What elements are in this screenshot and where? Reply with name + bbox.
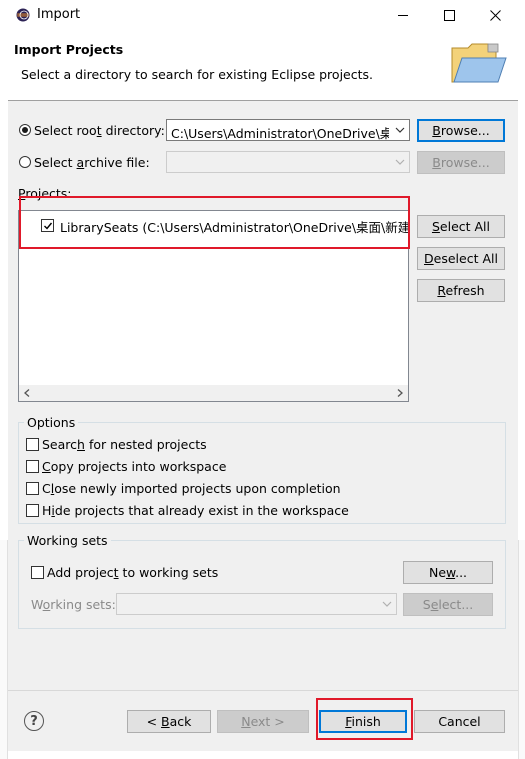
- folder-icon: [451, 43, 507, 83]
- root-directory-value: C:\Users\Administrator\OneDrive\桌面: [171, 126, 405, 141]
- archive-file-combo[interactable]: [166, 151, 410, 173]
- eclipse-app-icon: [16, 8, 30, 22]
- scroll-left-icon[interactable]: [23, 389, 31, 397]
- root-directory-radio[interactable]: [19, 124, 31, 136]
- add-to-working-sets-checkbox[interactable]: [31, 566, 44, 579]
- hide-projects-checkbox[interactable]: [26, 504, 39, 517]
- new-working-set-button[interactable]: New...: [403, 561, 493, 584]
- close-imported-checkbox[interactable]: [26, 482, 39, 495]
- chevron-down-icon: [395, 127, 405, 133]
- select-all-button[interactable]: Select All: [417, 215, 505, 238]
- copy-projects-checkbox[interactable]: [26, 460, 39, 473]
- refresh-button[interactable]: Refresh: [417, 279, 505, 302]
- hide-projects-label[interactable]: Hide projects that already exist in the …: [42, 503, 349, 518]
- search-nested-label[interactable]: Search for nested projects: [42, 437, 207, 452]
- background-window-right: [518, 540, 525, 759]
- add-to-working-sets-label[interactable]: Add project to working sets: [47, 565, 218, 580]
- working-sets-label: Working sets:: [31, 597, 116, 612]
- working-sets-combo[interactable]: [116, 593, 397, 615]
- page-title: Import Projects: [14, 42, 124, 57]
- minimize-button[interactable]: [380, 0, 426, 31]
- select-working-sets-button[interactable]: Select...: [403, 593, 493, 616]
- cancel-button[interactable]: Cancel: [414, 710, 505, 733]
- archive-file-radio[interactable]: [19, 156, 31, 168]
- browse-archive-button[interactable]: Browse...: [417, 151, 505, 174]
- back-button[interactable]: < Back: [127, 710, 211, 733]
- scroll-right-icon[interactable]: [396, 389, 404, 397]
- maximize-button[interactable]: [426, 0, 472, 31]
- close-button[interactable]: [472, 0, 518, 31]
- copy-projects-label[interactable]: Copy projects into workspace: [42, 459, 226, 474]
- close-icon: [489, 10, 501, 21]
- root-directory-combo[interactable]: C:\Users\Administrator\OneDrive\桌面: [166, 119, 410, 141]
- root-directory-label[interactable]: Select root directory:: [34, 123, 165, 138]
- close-imported-label[interactable]: Close newly imported projects upon compl…: [42, 481, 341, 496]
- next-button[interactable]: Next >: [217, 710, 309, 733]
- working-sets-title: Working sets: [24, 533, 111, 548]
- page-description: Select a directory to search for existin…: [21, 67, 373, 82]
- footer-divider: [8, 690, 518, 691]
- highlight-box-finish: [316, 698, 413, 740]
- horizontal-scrollbar[interactable]: [19, 385, 408, 401]
- chevron-down-icon: [382, 601, 392, 607]
- maximize-icon: [443, 10, 455, 21]
- archive-file-label[interactable]: Select archive file:: [34, 155, 150, 170]
- options-title: Options: [24, 415, 79, 430]
- minimize-icon: [397, 15, 408, 16]
- help-icon[interactable]: ?: [24, 711, 44, 731]
- browse-root-button[interactable]: Browse...: [417, 119, 505, 142]
- deselect-all-button[interactable]: Deselect All: [417, 247, 505, 270]
- background-window-left: [0, 540, 8, 759]
- search-nested-checkbox[interactable]: [26, 438, 39, 451]
- highlight-box-project: [19, 196, 410, 249]
- window-title: Import: [37, 7, 81, 22]
- chevron-down-icon: [395, 159, 405, 165]
